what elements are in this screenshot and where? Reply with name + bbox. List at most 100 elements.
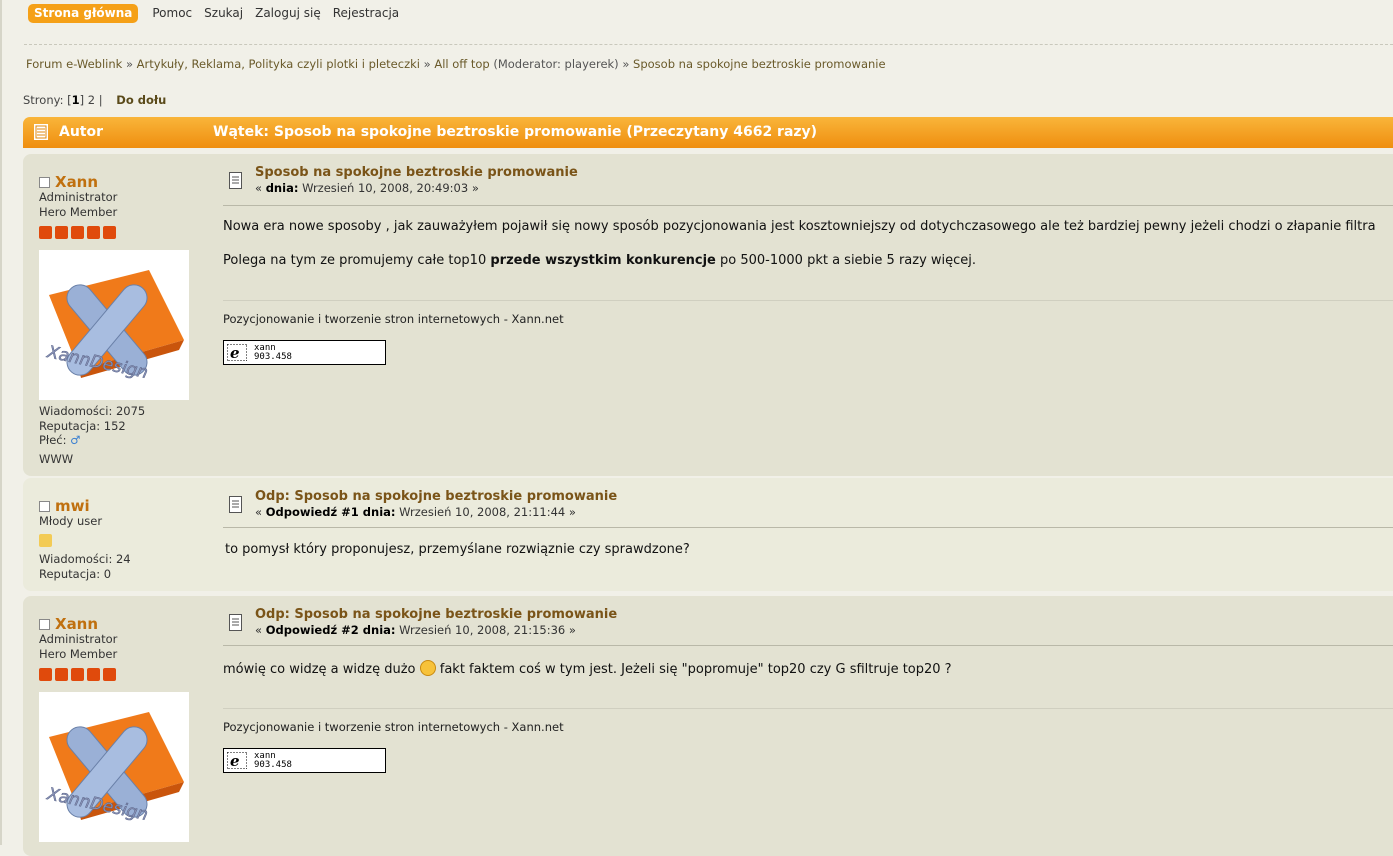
breadcrumb-board[interactable]: Artykuły, Reklama, Polityka czyli plotki… <box>137 57 420 71</box>
badge-number: 903.458 <box>254 352 292 362</box>
signature-divider <box>223 708 1393 709</box>
rank-stars <box>39 668 116 681</box>
body-text: po 500-1000 pkt a siebie 5 razy więcej. <box>715 253 977 268</box>
author-rank: Hero Member <box>39 205 118 219</box>
author-name[interactable]: Xann <box>55 615 98 633</box>
breadcrumb-forum[interactable]: Forum e-Weblink <box>26 57 122 71</box>
meta-open: « <box>255 181 266 195</box>
post-subject[interactable]: Odp: Sposob na spokojne beztroskie promo… <box>255 607 617 622</box>
post-body-line-1: mówię co widzę a widzę dużo fakt faktem … <box>223 660 952 677</box>
author-role: Administrator <box>39 190 118 204</box>
rank-star-icon <box>39 534 52 547</box>
male-icon: ♂ <box>70 433 81 447</box>
meta-bold: dnia: <box>265 181 299 195</box>
svg-text:e: e <box>230 344 240 361</box>
rank-stars <box>39 534 52 547</box>
post-divider <box>223 205 1393 206</box>
menu-login[interactable]: Zaloguj się <box>249 4 327 23</box>
author-name[interactable]: Xann <box>55 173 98 191</box>
menu-search[interactable]: Szukaj <box>198 4 249 23</box>
post-body-line-2: Polega na tym ze promujemy całe top10 pr… <box>223 253 976 268</box>
rank-star-icon <box>55 226 68 239</box>
smiley-icon <box>419 660 436 676</box>
rank-star-icon <box>71 668 84 681</box>
message-icon <box>229 172 242 189</box>
body-text: mówię co widzę a widzę dużo <box>223 662 420 677</box>
message-icon <box>229 614 242 631</box>
menu-home[interactable]: Strona główna <box>28 4 139 23</box>
post-divider <box>223 527 1393 528</box>
pagination-label: Strony: [ <box>23 93 72 107</box>
author-role: Młody user <box>39 514 103 528</box>
svg-text:e: e <box>230 752 240 769</box>
signature: Pozycjonowanie i tworzenie stron interne… <box>223 720 564 734</box>
e-logo-icon: e <box>227 344 247 361</box>
message-icon <box>229 496 242 513</box>
breadcrumb-separator: » <box>122 57 137 71</box>
pagination-close: ] <box>79 93 85 107</box>
post-body-line-1: to pomysł który proponujesz, przemyślane… <box>225 542 690 557</box>
menu-register[interactable]: Rejestracja <box>327 4 405 23</box>
select-checkbox[interactable] <box>39 500 50 512</box>
rank-star-icon <box>71 226 84 239</box>
menu-help[interactable]: Pomoc <box>146 4 198 23</box>
post-body-line-1: Nowa era nowe sposoby , jak zauważyłem p… <box>223 219 1376 234</box>
signature-divider <box>223 300 1393 301</box>
post-3: Xann Administrator Hero Member XannDesig… <box>23 596 1393 856</box>
go-down-link[interactable]: Do dołu <box>116 93 166 107</box>
rank-star-icon <box>87 226 100 239</box>
body-text: Polega na tym ze promujemy całe top10 <box>223 253 491 268</box>
author-reputation: Reputacja: 152 <box>39 419 126 433</box>
header-author: Autor <box>59 124 104 140</box>
rank-star-icon <box>103 226 116 239</box>
ranking-badge[interactable]: e xann 903.458 <box>223 340 386 365</box>
avatar: XannDesign <box>39 692 189 842</box>
post-divider <box>223 645 1393 646</box>
author-gender: Płeć: ♂ <box>39 433 80 447</box>
meta-open: « <box>255 623 266 637</box>
rank-stars <box>39 226 116 239</box>
top-menu: Strona główna Pomoc Szukaj Zaloguj się R… <box>28 4 405 23</box>
e-logo-icon: e <box>227 752 247 769</box>
www-link[interactable]: WWW <box>39 452 73 466</box>
gender-label: Płeć: <box>39 433 67 447</box>
meta-bold: Odpowiedź #1 dnia: <box>265 505 396 519</box>
author-rank: Hero Member <box>39 647 118 661</box>
pagination-separator: | <box>98 93 103 107</box>
badge-number: 903.458 <box>254 760 292 770</box>
post-meta: « Odpowiedź #2 dnia: Wrzesień 10, 2008, … <box>255 623 576 637</box>
topic-icon <box>34 124 48 140</box>
meta-bold: Odpowiedź #2 dnia: <box>265 623 396 637</box>
rank-star-icon <box>39 226 52 239</box>
menu-divider <box>24 44 1393 45</box>
signature: Pozycjonowanie i tworzenie stron interne… <box>223 312 564 326</box>
post-subject[interactable]: Odp: Sposob na spokojne beztroskie promo… <box>255 489 617 504</box>
pagination-page-2[interactable]: 2 <box>88 93 95 107</box>
ranking-badge[interactable]: e xann 903.458 <box>223 748 386 773</box>
post-subject[interactable]: Sposob na spokojne beztroskie promowanie <box>255 165 578 180</box>
breadcrumb-topic[interactable]: Sposob na spokojne beztroskie promowanie <box>633 57 886 71</box>
breadcrumb: Forum e-Weblink » Artykuły, Reklama, Pol… <box>26 57 886 71</box>
rank-star-icon <box>39 668 52 681</box>
breadcrumb-subboard[interactable]: All off top <box>434 57 489 71</box>
author-reputation: Reputacja: 0 <box>39 567 112 581</box>
post-meta: « dnia: Wrzesień 10, 2008, 20:49:03 » <box>255 181 479 195</box>
author-name[interactable]: mwi <box>55 497 90 515</box>
header-topic: Wątek: Sposob na spokojne beztroskie pro… <box>213 124 818 140</box>
rank-star-icon <box>55 668 68 681</box>
body-text: fakt faktem coś w tym jest. Jeżeli się "… <box>435 662 952 677</box>
select-checkbox[interactable] <box>39 176 50 188</box>
select-checkbox[interactable] <box>39 618 50 630</box>
pagination: Strony: [1] 2 | Do dołu <box>23 93 166 107</box>
breadcrumb-separator: » <box>618 57 634 71</box>
breadcrumb-moderator: (Moderator: playerek) <box>489 57 619 71</box>
post-1: Xann Administrator Hero Member XannDesig… <box>23 154 1393 476</box>
left-border <box>0 0 2 845</box>
body-bold: przede wszystkim konkurencje <box>490 253 716 268</box>
author-role: Administrator <box>39 632 118 646</box>
pagination-current: 1 <box>71 93 80 107</box>
author-messages: Wiadomości: 2075 <box>39 404 146 418</box>
post-date: Wrzesień 10, 2008, 21:11:44 » <box>395 505 576 519</box>
topic-header-bar: Autor Wątek: Sposob na spokojne beztrosk… <box>23 117 1393 148</box>
post-meta: « Odpowiedź #1 dnia: Wrzesień 10, 2008, … <box>255 505 576 519</box>
